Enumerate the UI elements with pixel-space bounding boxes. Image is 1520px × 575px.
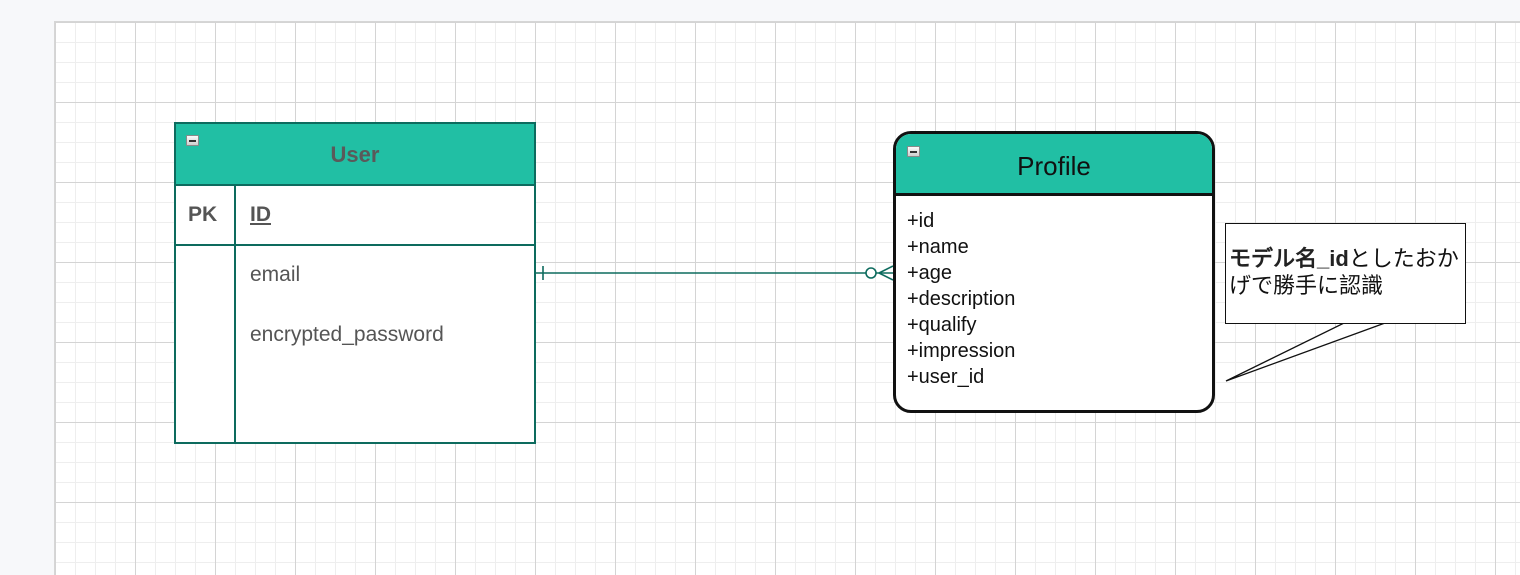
many-cardinality-mark <box>878 265 894 274</box>
profile-attribute[interactable]: +qualify <box>907 312 1015 338</box>
profile-attribute[interactable]: +description <box>907 286 1015 312</box>
profile-attribute-list[interactable]: +id +name +age +description +qualify +im… <box>907 208 1015 390</box>
relationship-connector[interactable] <box>536 265 894 281</box>
callout-bold-text: モデル名_id <box>1229 246 1349 271</box>
profile-attribute[interactable]: +age <box>907 260 1015 286</box>
callout-note[interactable]: モデル名_idとしたおかげで勝手に認識 <box>1225 223 1466 324</box>
zero-cardinality-mark <box>865 267 877 279</box>
profile-entity-header[interactable]: Profile <box>896 134 1212 196</box>
profile-attribute[interactable]: +user_id <box>907 364 1015 390</box>
callout-pointer <box>1225 322 1386 382</box>
profile-entity[interactable]: Profile +id +name +age +description +qua… <box>893 131 1215 413</box>
profile-attribute[interactable]: +id <box>907 208 1015 234</box>
callout-text: モデル名_idとしたおかげで勝手に認識 <box>1229 245 1464 299</box>
profile-entity-title: Profile <box>1017 151 1091 181</box>
profile-attribute[interactable]: +impression <box>907 338 1015 364</box>
profile-attribute[interactable]: +name <box>907 234 1015 260</box>
